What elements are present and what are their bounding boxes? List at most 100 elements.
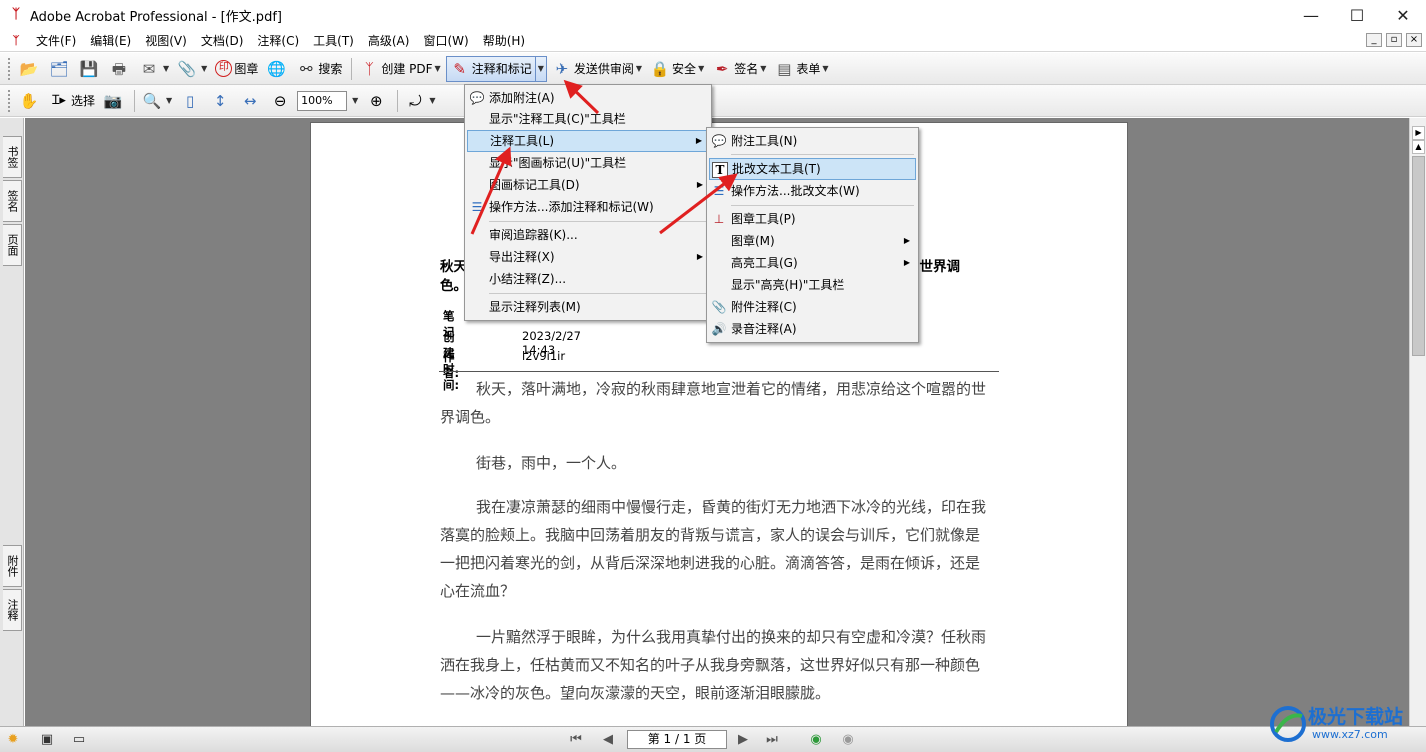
fit-width-button[interactable]: ↔: [237, 88, 265, 114]
web-search-button[interactable]: 🌐: [263, 56, 291, 82]
document-icon[interactable]: ᛉ: [9, 34, 23, 48]
monitor-icon[interactable]: ▣: [38, 731, 56, 749]
zoom-dropdown[interactable]: ▼: [347, 88, 361, 114]
globe-icon: 🌐: [266, 59, 286, 78]
tab-attachments[interactable]: 附件: [3, 545, 22, 587]
menu-item-stamp-tool[interactable]: ⊥ 图章工具(P): [709, 208, 916, 230]
menu-file[interactable]: 文件(F): [29, 30, 83, 52]
fit-height-icon: ↕: [213, 91, 227, 110]
page-layout-icon[interactable]: ▭: [70, 731, 88, 749]
attach-button[interactable]: 📎 ▼: [174, 56, 210, 82]
previous-page-icon[interactable]: ◀: [598, 731, 618, 749]
hand-tool-button[interactable]: ✋: [16, 88, 44, 114]
maximize-button[interactable]: ☐: [1334, 0, 1380, 30]
acrobat-logo-icon: ᛉ: [12, 7, 20, 22]
menu-item-review-tracker[interactable]: 审阅追踪器(K)...: [467, 224, 709, 246]
save-button[interactable]: 💾: [76, 56, 104, 82]
toolbar-grip[interactable]: [8, 57, 12, 80]
print-button[interactable]: 🖶: [106, 56, 134, 82]
menu-item-add-note[interactable]: 💬 添加附注(A): [467, 87, 709, 109]
tab-comments[interactable]: 注释: [3, 589, 22, 631]
comment-markup-button[interactable]: ✎ 注释和标记: [445, 55, 536, 82]
menu-item-comment-tools[interactable]: 注释工具(L) ▶: [467, 130, 709, 152]
tab-signatures[interactable]: 签名: [3, 180, 22, 222]
snapshot-button[interactable]: 📷: [100, 88, 128, 114]
menu-advanced[interactable]: 高级(A): [361, 30, 417, 52]
menu-item-attach-comment[interactable]: 📎 附件注释(C): [709, 296, 916, 318]
go-back-icon[interactable]: ◉: [806, 731, 826, 749]
scroll-right-icon[interactable]: ▶: [1412, 126, 1425, 140]
go-forward-icon[interactable]: ◉: [838, 731, 858, 749]
menu-item-label: 添加附注(A): [489, 91, 555, 105]
menu-item-label: 附件注释(C): [731, 300, 797, 314]
next-page-icon[interactable]: ▶: [733, 731, 753, 749]
menu-help[interactable]: 帮助(H): [476, 30, 532, 52]
comment-markup-dropdown[interactable]: ▼: [534, 55, 547, 82]
first-page-icon[interactable]: ⏮: [566, 731, 586, 749]
menu-item-export-comments[interactable]: 导出注释(X) ▶: [467, 246, 709, 268]
last-page-icon[interactable]: ⏭: [762, 731, 782, 749]
email-button[interactable]: ✉ ▼: [136, 56, 172, 82]
menu-item-label: 显示"注释工具(C)"工具栏: [489, 112, 626, 126]
toolbar-grip[interactable]: [8, 89, 12, 112]
menu-document[interactable]: 文档(D): [194, 30, 251, 52]
paragraph: 秋天，落叶满地，冷寂的秋雨肆意地宣泄着它的情绪，用悲凉给这个喧嚣的世界调色。: [440, 380, 987, 426]
chevron-down-icon: ▼: [822, 64, 829, 73]
menu-item-show-highlight-toolbar[interactable]: 显示"高亮(H)"工具栏: [709, 274, 916, 296]
send-review-button[interactable]: ✈ 发送供审阅 ▼: [549, 56, 645, 82]
search-button[interactable]: ⚯ 搜索: [293, 56, 345, 82]
actual-size-button[interactable]: ▯: [177, 88, 205, 114]
page-number-field[interactable]: 第 1 / 1 页: [627, 730, 727, 749]
organizer-button[interactable]: 🗂: [46, 56, 74, 82]
menu-tools[interactable]: 工具(T): [306, 30, 361, 52]
sun-icon[interactable]: ✹: [4, 731, 22, 749]
select-tool-button[interactable]: Ɪ▸ 选择: [46, 88, 98, 114]
zoom-in-button[interactable]: ⊕: [363, 88, 391, 114]
sign-button[interactable]: ✒ 签名 ▼: [709, 56, 769, 82]
zoom-out-button[interactable]: ⊖: [267, 88, 295, 114]
tab-pages[interactable]: 页面: [3, 224, 22, 266]
menu-view[interactable]: 视图(V): [138, 30, 194, 52]
security-button[interactable]: 🔒 安全 ▼: [647, 56, 707, 82]
zoom-tool-button[interactable]: 🔍 ▼: [139, 88, 175, 114]
doc-minimize-button[interactable]: _: [1366, 33, 1382, 47]
rotate-view-button[interactable]: ⤾ ▼: [402, 88, 438, 114]
create-pdf-button[interactable]: ᛉ 创建 PDF ▼: [356, 56, 443, 82]
rotate-icon: ⤾: [409, 91, 422, 110]
fit-width-icon: ↔: [243, 91, 257, 110]
minus-circle-icon: ⊖: [273, 91, 287, 110]
menu-item-text-edits-tool[interactable]: T 批改文本工具(T): [709, 158, 916, 180]
menu-comments[interactable]: 注释(C): [250, 30, 306, 52]
menu-item-label: 高亮工具(G): [731, 256, 798, 270]
menu-item-howto-comment[interactable]: ☰ 操作方法...添加注释和标记(W): [467, 196, 709, 218]
doc-restore-button[interactable]: ▫: [1386, 33, 1402, 47]
page-icon: ▯: [186, 91, 195, 110]
menu-divider: [731, 154, 914, 155]
menu-item-show-comment-list[interactable]: 显示注释列表(M): [467, 296, 709, 318]
zoom-level-field[interactable]: 100%: [297, 90, 348, 111]
close-button[interactable]: ✕: [1380, 0, 1426, 30]
menu-item-label: 录音注释(A): [731, 322, 797, 336]
menu-window[interactable]: 窗口(W): [416, 30, 475, 52]
vertical-scrollbar[interactable]: ▶ ▲: [1409, 118, 1426, 726]
menu-item-sound-comment[interactable]: 🔊 录音注释(A): [709, 318, 916, 340]
scroll-up-icon[interactable]: ▲: [1412, 140, 1425, 154]
scrollbar-thumb[interactable]: [1412, 156, 1425, 356]
fit-page-button[interactable]: ↕: [207, 88, 235, 114]
menu-item-summarize-comments[interactable]: 小结注释(Z)...: [467, 268, 709, 290]
tab-bookmarks[interactable]: 书签: [3, 136, 22, 178]
menu-item-drawing-tools[interactable]: 图画标记工具(D) ▶: [467, 174, 709, 196]
menu-item-highlight-tools[interactable]: 高亮工具(G) ▶: [709, 252, 916, 274]
menu-item-stamps[interactable]: 图章(M) ▶: [709, 230, 916, 252]
menu-item-note-tool[interactable]: 💬 附注工具(N): [709, 130, 916, 152]
menu-item-show-drawing-toolbar[interactable]: 显示"图画标记(U)"工具栏: [467, 152, 709, 174]
menu-item-howto-text-edits[interactable]: ☰ 操作方法...批改文本(W): [709, 180, 916, 202]
minimize-button[interactable]: —: [1288, 0, 1334, 30]
menu-item-show-comment-toolbar[interactable]: 显示"注释工具(C)"工具栏: [467, 108, 709, 130]
menu-edit[interactable]: 编辑(E): [83, 30, 138, 52]
stamp-button[interactable]: 印图章: [212, 56, 261, 82]
open-button[interactable]: 📂: [16, 56, 44, 82]
doc-close-button[interactable]: ×: [1406, 33, 1422, 47]
menu-item-label: 导出注释(X): [489, 250, 555, 264]
forms-button[interactable]: ▤ 表单 ▼: [771, 56, 831, 82]
